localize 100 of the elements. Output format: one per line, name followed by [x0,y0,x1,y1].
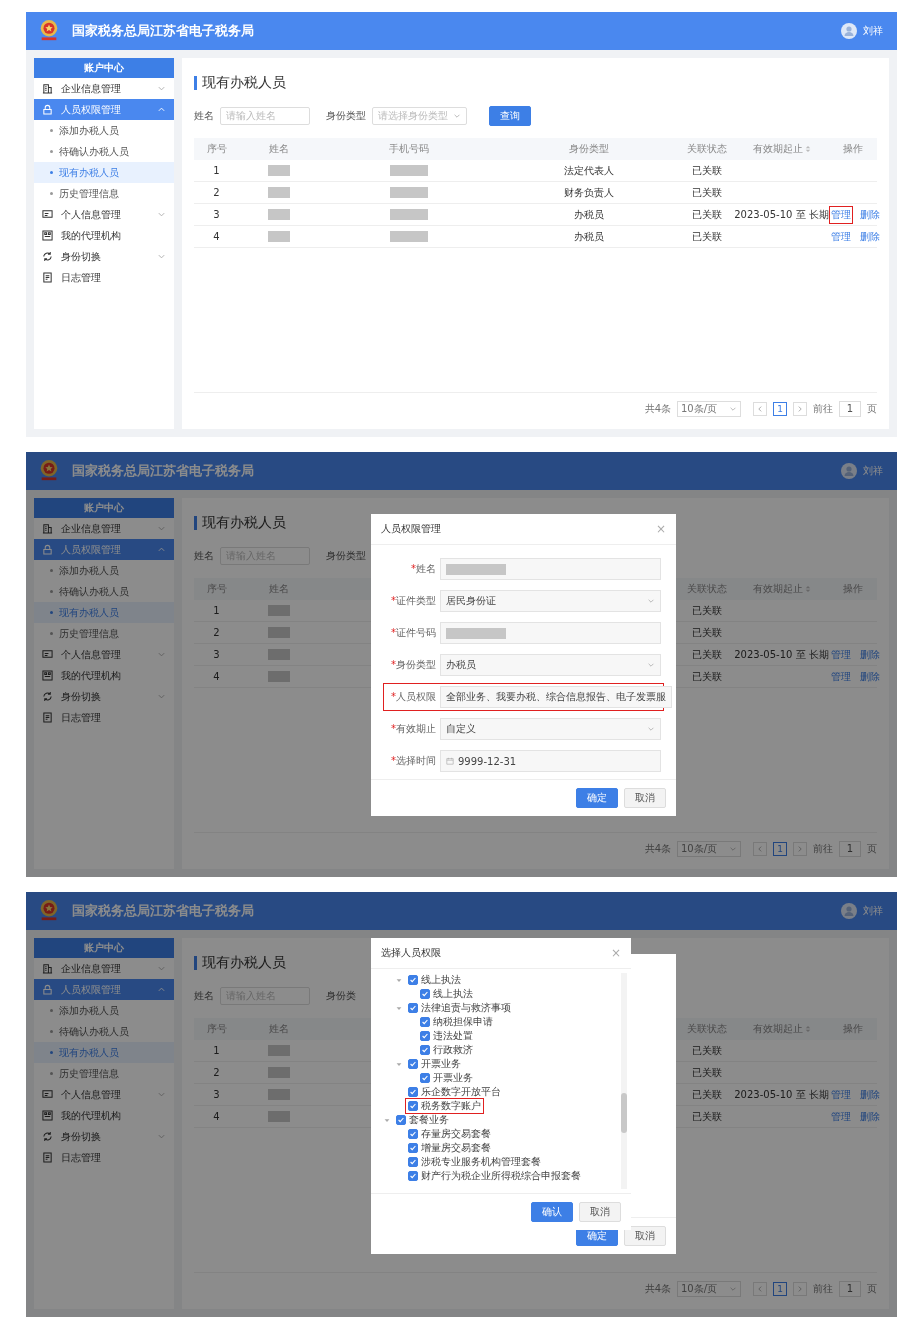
select-field[interactable]: 自定义 [440,718,661,740]
checkbox[interactable] [420,1031,430,1041]
sidebar-item[interactable]: 个人信息管理 [34,1084,174,1105]
action-link[interactable]: 删除 [858,227,882,246]
input-field[interactable]: 全部业务、我要办税、综合信息报告、电子发票服 [440,686,672,708]
page-size-select[interactable]: 10条/页 [677,401,741,417]
action-link[interactable]: 管理 [829,227,853,246]
page-button[interactable]: 1 [773,402,787,416]
close-button[interactable]: × [655,522,666,536]
page-input[interactable]: 1 [839,1281,861,1297]
avatar-icon[interactable] [841,903,857,919]
sidebar-item[interactable]: 人员权限管理 [34,99,174,120]
next-page-button[interactable] [793,842,807,856]
tree-label[interactable]: 套餐业务 [409,1113,449,1127]
checkbox[interactable] [420,1073,430,1083]
action-link[interactable]: 管理 [829,667,853,686]
page-button[interactable]: 1 [773,1282,787,1296]
action-link[interactable]: 删除 [858,1085,882,1104]
sidebar-item[interactable]: 企业信息管理 [34,78,174,99]
action-link[interactable]: 管理 [829,205,853,224]
action-link[interactable]: 删除 [858,645,882,664]
action-link[interactable]: 管理 [829,645,853,664]
tree-label[interactable]: 法律追责与救济事项 [421,1001,511,1015]
checkbox[interactable] [420,1045,430,1055]
user-name[interactable]: 刘祥 [863,24,883,38]
sidebar-subitem[interactable]: 历史管理信息 [34,183,174,204]
search-button[interactable]: 查询 [489,106,531,126]
checkbox[interactable] [408,1087,418,1097]
sidebar-subitem[interactable]: 现有办税人员 [34,602,174,623]
sidebar-item[interactable]: 企业信息管理 [34,518,174,539]
sidebar-subitem[interactable]: 现有办税人员 [34,1042,174,1063]
page-size-select[interactable]: 10条/页 [677,1281,741,1297]
caret-icon[interactable] [395,976,403,984]
sidebar-item[interactable]: 个人信息管理 [34,644,174,665]
select-field[interactable]: 办税员 [440,654,661,676]
action-link[interactable]: 删除 [858,1107,882,1126]
tree-label[interactable]: 乐企数字开放平台 [421,1085,501,1099]
user-name[interactable]: 刘祥 [863,904,883,918]
cancel-button[interactable]: 取消 [624,788,666,808]
tree-label[interactable]: 增量房交易套餐 [421,1141,491,1155]
input-field[interactable] [440,622,661,644]
tree-label[interactable]: 涉税专业服务机构管理套餐 [421,1155,541,1169]
sidebar-item[interactable]: 人员权限管理 [34,539,174,560]
sidebar-item[interactable]: 人员权限管理 [34,979,174,1000]
sidebar-subitem[interactable]: 现有办税人员 [34,162,174,183]
sidebar-item[interactable]: 身份切换 [34,686,174,707]
sidebar-item[interactable]: 我的代理机构 [34,225,174,246]
tree-label[interactable]: 线上执法 [421,973,461,987]
sidebar-item[interactable]: 我的代理机构 [34,1105,174,1126]
confirm-button[interactable]: 确定 [576,788,618,808]
action-link[interactable]: 管理 [829,1085,853,1104]
sort-icon[interactable] [804,145,811,153]
previous-page-button[interactable] [753,402,767,416]
select-field[interactable]: 居民身份证 [440,590,661,612]
sidebar-subitem[interactable]: 添加办税人员 [34,1000,174,1021]
action-link[interactable]: 删除 [858,205,882,224]
page-input[interactable]: 1 [839,401,861,417]
sort-icon[interactable] [804,585,811,593]
checkbox[interactable] [408,1003,418,1013]
sidebar-item[interactable]: 日志管理 [34,707,174,728]
checkbox[interactable] [408,1143,418,1153]
previous-page-button[interactable] [753,842,767,856]
checkbox[interactable] [420,989,430,999]
tree-label[interactable]: 纳税担保申请 [433,1015,493,1029]
next-page-button[interactable] [793,402,807,416]
page-size-select[interactable]: 10条/页 [677,841,741,857]
sidebar-subitem[interactable]: 历史管理信息 [34,1063,174,1084]
sort-icon[interactable] [804,1025,811,1033]
tree-label[interactable]: 违法处置 [433,1029,473,1043]
caret-icon[interactable] [383,1116,391,1124]
tree-label[interactable]: 开票业务 [421,1057,461,1071]
previous-page-button[interactable] [753,1282,767,1296]
confirm-button[interactable]: 确认 [531,1202,573,1222]
checkbox[interactable] [420,1017,430,1027]
date-field[interactable]: 9999-12-31 [440,750,661,772]
tree-label[interactable]: 税务数字账户 [421,1099,481,1113]
cancel-button[interactable]: 取消 [579,1202,621,1222]
checkbox[interactable] [408,975,418,985]
user-name[interactable]: 刘祥 [863,464,883,478]
sidebar-item[interactable]: 我的代理机构 [34,665,174,686]
sidebar-subitem[interactable]: 添加办税人员 [34,560,174,581]
avatar-icon[interactable] [841,23,857,39]
sidebar-item[interactable]: 企业信息管理 [34,958,174,979]
sidebar-subitem[interactable]: 待确认办税人员 [34,581,174,602]
action-link[interactable]: 删除 [858,667,882,686]
checkbox[interactable] [408,1157,418,1167]
checkbox[interactable] [408,1059,418,1069]
input-field[interactable] [440,558,661,580]
caret-icon[interactable] [395,1060,403,1068]
sidebar-subitem[interactable]: 历史管理信息 [34,623,174,644]
scrollbar[interactable] [621,973,627,1189]
sidebar-item[interactable]: 日志管理 [34,267,174,288]
sidebar-subitem[interactable]: 待确认办税人员 [34,1021,174,1042]
next-page-button[interactable] [793,1282,807,1296]
avatar-icon[interactable] [841,463,857,479]
page-button[interactable]: 1 [773,842,787,856]
sidebar-item[interactable]: 身份切换 [34,246,174,267]
page-input[interactable]: 1 [839,841,861,857]
sidebar-item[interactable]: 身份切换 [34,1126,174,1147]
tree-label[interactable]: 财产行为税企业所得税综合申报套餐 [421,1169,581,1183]
